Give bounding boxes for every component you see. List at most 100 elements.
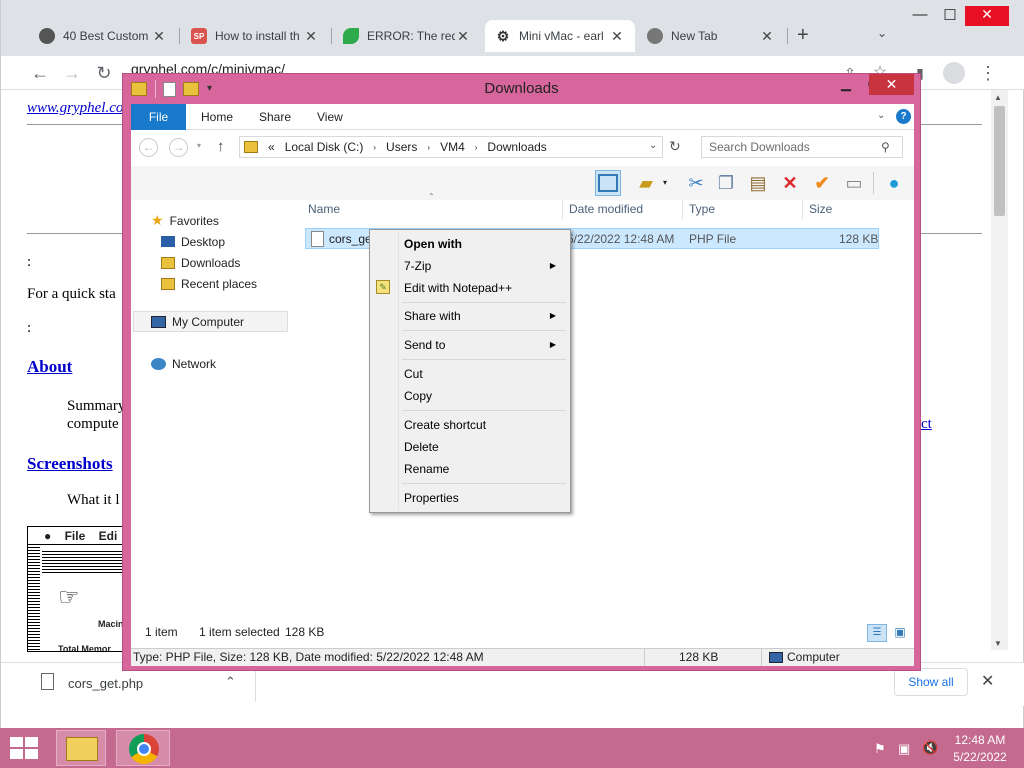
minimize-button[interactable]: — (905, 6, 935, 26)
screenshots-link[interactable]: Screenshots (27, 454, 113, 474)
breadcrumb-local-disk[interactable]: Local Disk (C:) (285, 140, 364, 154)
folder-options-icon[interactable]: ▰ (633, 170, 659, 196)
taskbar-chrome[interactable] (116, 730, 170, 766)
back-icon[interactable]: ← (27, 60, 53, 86)
taskbar-explorer[interactable] (56, 730, 106, 766)
clock-date[interactable]: 5/22/2022 (944, 750, 1016, 764)
network-tray-icon[interactable]: ▣ (898, 741, 910, 757)
close-tab-icon[interactable]: ✕ (759, 28, 775, 45)
nav-my-computer[interactable]: My Computer (151, 311, 244, 332)
close-tab-icon[interactable]: ✕ (303, 28, 319, 45)
close-tab-icon[interactable]: ✕ (455, 28, 471, 45)
menu-delete[interactable]: Delete (372, 436, 568, 458)
forward-icon[interactable]: → (59, 60, 85, 86)
refresh-icon[interactable]: ↻ (669, 138, 681, 155)
help-icon[interactable]: ? (896, 109, 911, 124)
address-dropdown-icon[interactable]: ⌄ (649, 140, 657, 151)
globe-icon[interactable]: ● (881, 170, 907, 196)
column-name[interactable]: Name (308, 202, 340, 216)
preview-pane-icon[interactable] (595, 170, 621, 196)
close-tab-icon[interactable]: ✕ (609, 28, 625, 45)
menu-send-to[interactable]: Send to ▶ (372, 334, 568, 356)
about-link[interactable]: About (27, 357, 72, 377)
tab-error[interactable]: ERROR: The requ ✕ (333, 20, 481, 52)
chevron-right-icon[interactable]: › (427, 143, 430, 152)
column-type[interactable]: Type (689, 202, 715, 216)
tab-new-tab[interactable]: New Tab ✕ (637, 20, 785, 52)
inline-link[interactable]: ct (921, 416, 932, 433)
profile-avatar[interactable] (943, 62, 965, 84)
mac-window-border (28, 545, 40, 651)
breadcrumb-downloads[interactable]: Downloads (487, 140, 546, 154)
scroll-down-icon[interactable]: ▼ (994, 639, 1002, 648)
breadcrumb-users[interactable]: Users (386, 140, 417, 154)
dropdown-icon[interactable]: ▾ (663, 178, 667, 187)
ribbon-tab-share[interactable]: Share (259, 104, 291, 130)
site-link[interactable]: www.gryphel.co (27, 100, 123, 117)
nav-favorites[interactable]: ★ Favorites (151, 210, 289, 231)
paste-icon[interactable]: ▤ (745, 170, 771, 196)
action-center-flag-icon[interactable]: ⚑ (874, 741, 886, 757)
volume-muted-icon[interactable]: 🔇 (922, 740, 938, 756)
scroll-thumb[interactable] (994, 106, 1005, 216)
show-all-button[interactable]: Show all (894, 668, 968, 696)
menu-edit-notepadpp[interactable]: Edit with Notepad++ (372, 277, 568, 299)
new-tab-button[interactable]: + (797, 24, 809, 47)
nav-desktop[interactable]: Desktop (161, 231, 289, 252)
delete-icon[interactable]: ✕ (777, 170, 803, 196)
tab-how-to-install[interactable]: SP How to install th ✕ (181, 20, 329, 52)
details-size: 128 KB (679, 650, 719, 664)
close-window-button[interactable]: ✕ (965, 6, 1009, 26)
scroll-up-icon[interactable]: ▲ (994, 93, 1002, 102)
clock-time[interactable]: 12:48 AM (944, 733, 1016, 747)
explorer-minimize-button[interactable]: ▁ (833, 76, 859, 96)
menu-create-shortcut[interactable]: Create shortcut (372, 414, 568, 436)
tab-search-chevron-icon[interactable]: ⌄ (877, 26, 887, 40)
recent-locations-icon[interactable]: ▾ (197, 141, 201, 150)
chevron-right-icon[interactable]: › (475, 143, 478, 152)
forward-icon[interactable]: → (169, 138, 188, 157)
large-icons-view-icon[interactable]: ▣ (891, 624, 909, 642)
menu-rename[interactable]: Rename (372, 458, 568, 480)
breadcrumb-overflow[interactable]: « (268, 140, 275, 154)
ribbon-tab-file[interactable]: File (131, 104, 186, 130)
menu-share-with[interactable]: Share with ▶ (372, 305, 568, 327)
ribbon-tab-view[interactable]: View (317, 104, 343, 130)
breadcrumb-vm4[interactable]: VM4 (440, 140, 465, 154)
tab-40-best[interactable]: 40 Best Custom ✕ (29, 20, 177, 52)
nav-downloads[interactable]: Downloads (161, 252, 289, 273)
ribbon-expand-icon[interactable]: ⌄ (877, 110, 885, 121)
chevron-right-icon[interactable]: › (373, 143, 376, 152)
column-size[interactable]: Size (809, 202, 832, 216)
ribbon-tab-home[interactable]: Home (201, 104, 233, 130)
reload-icon[interactable]: ↻ (91, 60, 117, 86)
nav-network[interactable]: Network (151, 353, 216, 374)
up-icon[interactable]: ↑ (217, 138, 225, 155)
tab-mini-vmac[interactable]: ⚙ Mini vMac - earl ✕ (485, 20, 635, 52)
search-input[interactable]: Search Downloads (701, 136, 903, 158)
search-icon[interactable]: ⚲ (881, 140, 890, 154)
menu-dots-icon[interactable]: ⋮ (975, 60, 1001, 86)
menu-open-with[interactable]: Open with (372, 233, 568, 255)
check-icon[interactable]: ✔ (809, 170, 835, 196)
back-icon[interactable]: ← (139, 138, 158, 157)
details-view-icon[interactable]: ☰ (867, 624, 887, 642)
menu-properties[interactable]: Properties (372, 487, 568, 509)
menu-cut[interactable]: Cut (372, 363, 568, 385)
chevron-up-icon[interactable]: ⌃ (225, 674, 236, 690)
nav-recent-places[interactable]: Recent places (161, 273, 289, 294)
column-date-modified[interactable]: Date modified (569, 202, 643, 216)
maximize-button[interactable]: ☐ (935, 6, 965, 26)
download-item[interactable]: cors_get.php (68, 676, 143, 691)
copy-icon[interactable]: ❐ (713, 170, 739, 196)
rename-icon[interactable]: ▭ (841, 170, 867, 196)
menu-copy[interactable]: Copy (372, 385, 568, 407)
cut-icon[interactable]: ✂ (683, 170, 709, 196)
address-bar[interactable]: « Local Disk (C:) › Users › VM4 › Downlo… (239, 136, 663, 158)
explorer-titlebar[interactable]: ▾ Downloads ▁ ▭ ✕ (123, 74, 920, 104)
close-download-bar-icon[interactable]: ✕ (981, 671, 994, 691)
close-tab-icon[interactable]: ✕ (151, 28, 167, 45)
menu-7zip[interactable]: 7-Zip ▶ (372, 255, 568, 277)
explorer-close-button[interactable]: ✕ (869, 74, 914, 95)
windows-start-icon[interactable] (10, 737, 38, 759)
